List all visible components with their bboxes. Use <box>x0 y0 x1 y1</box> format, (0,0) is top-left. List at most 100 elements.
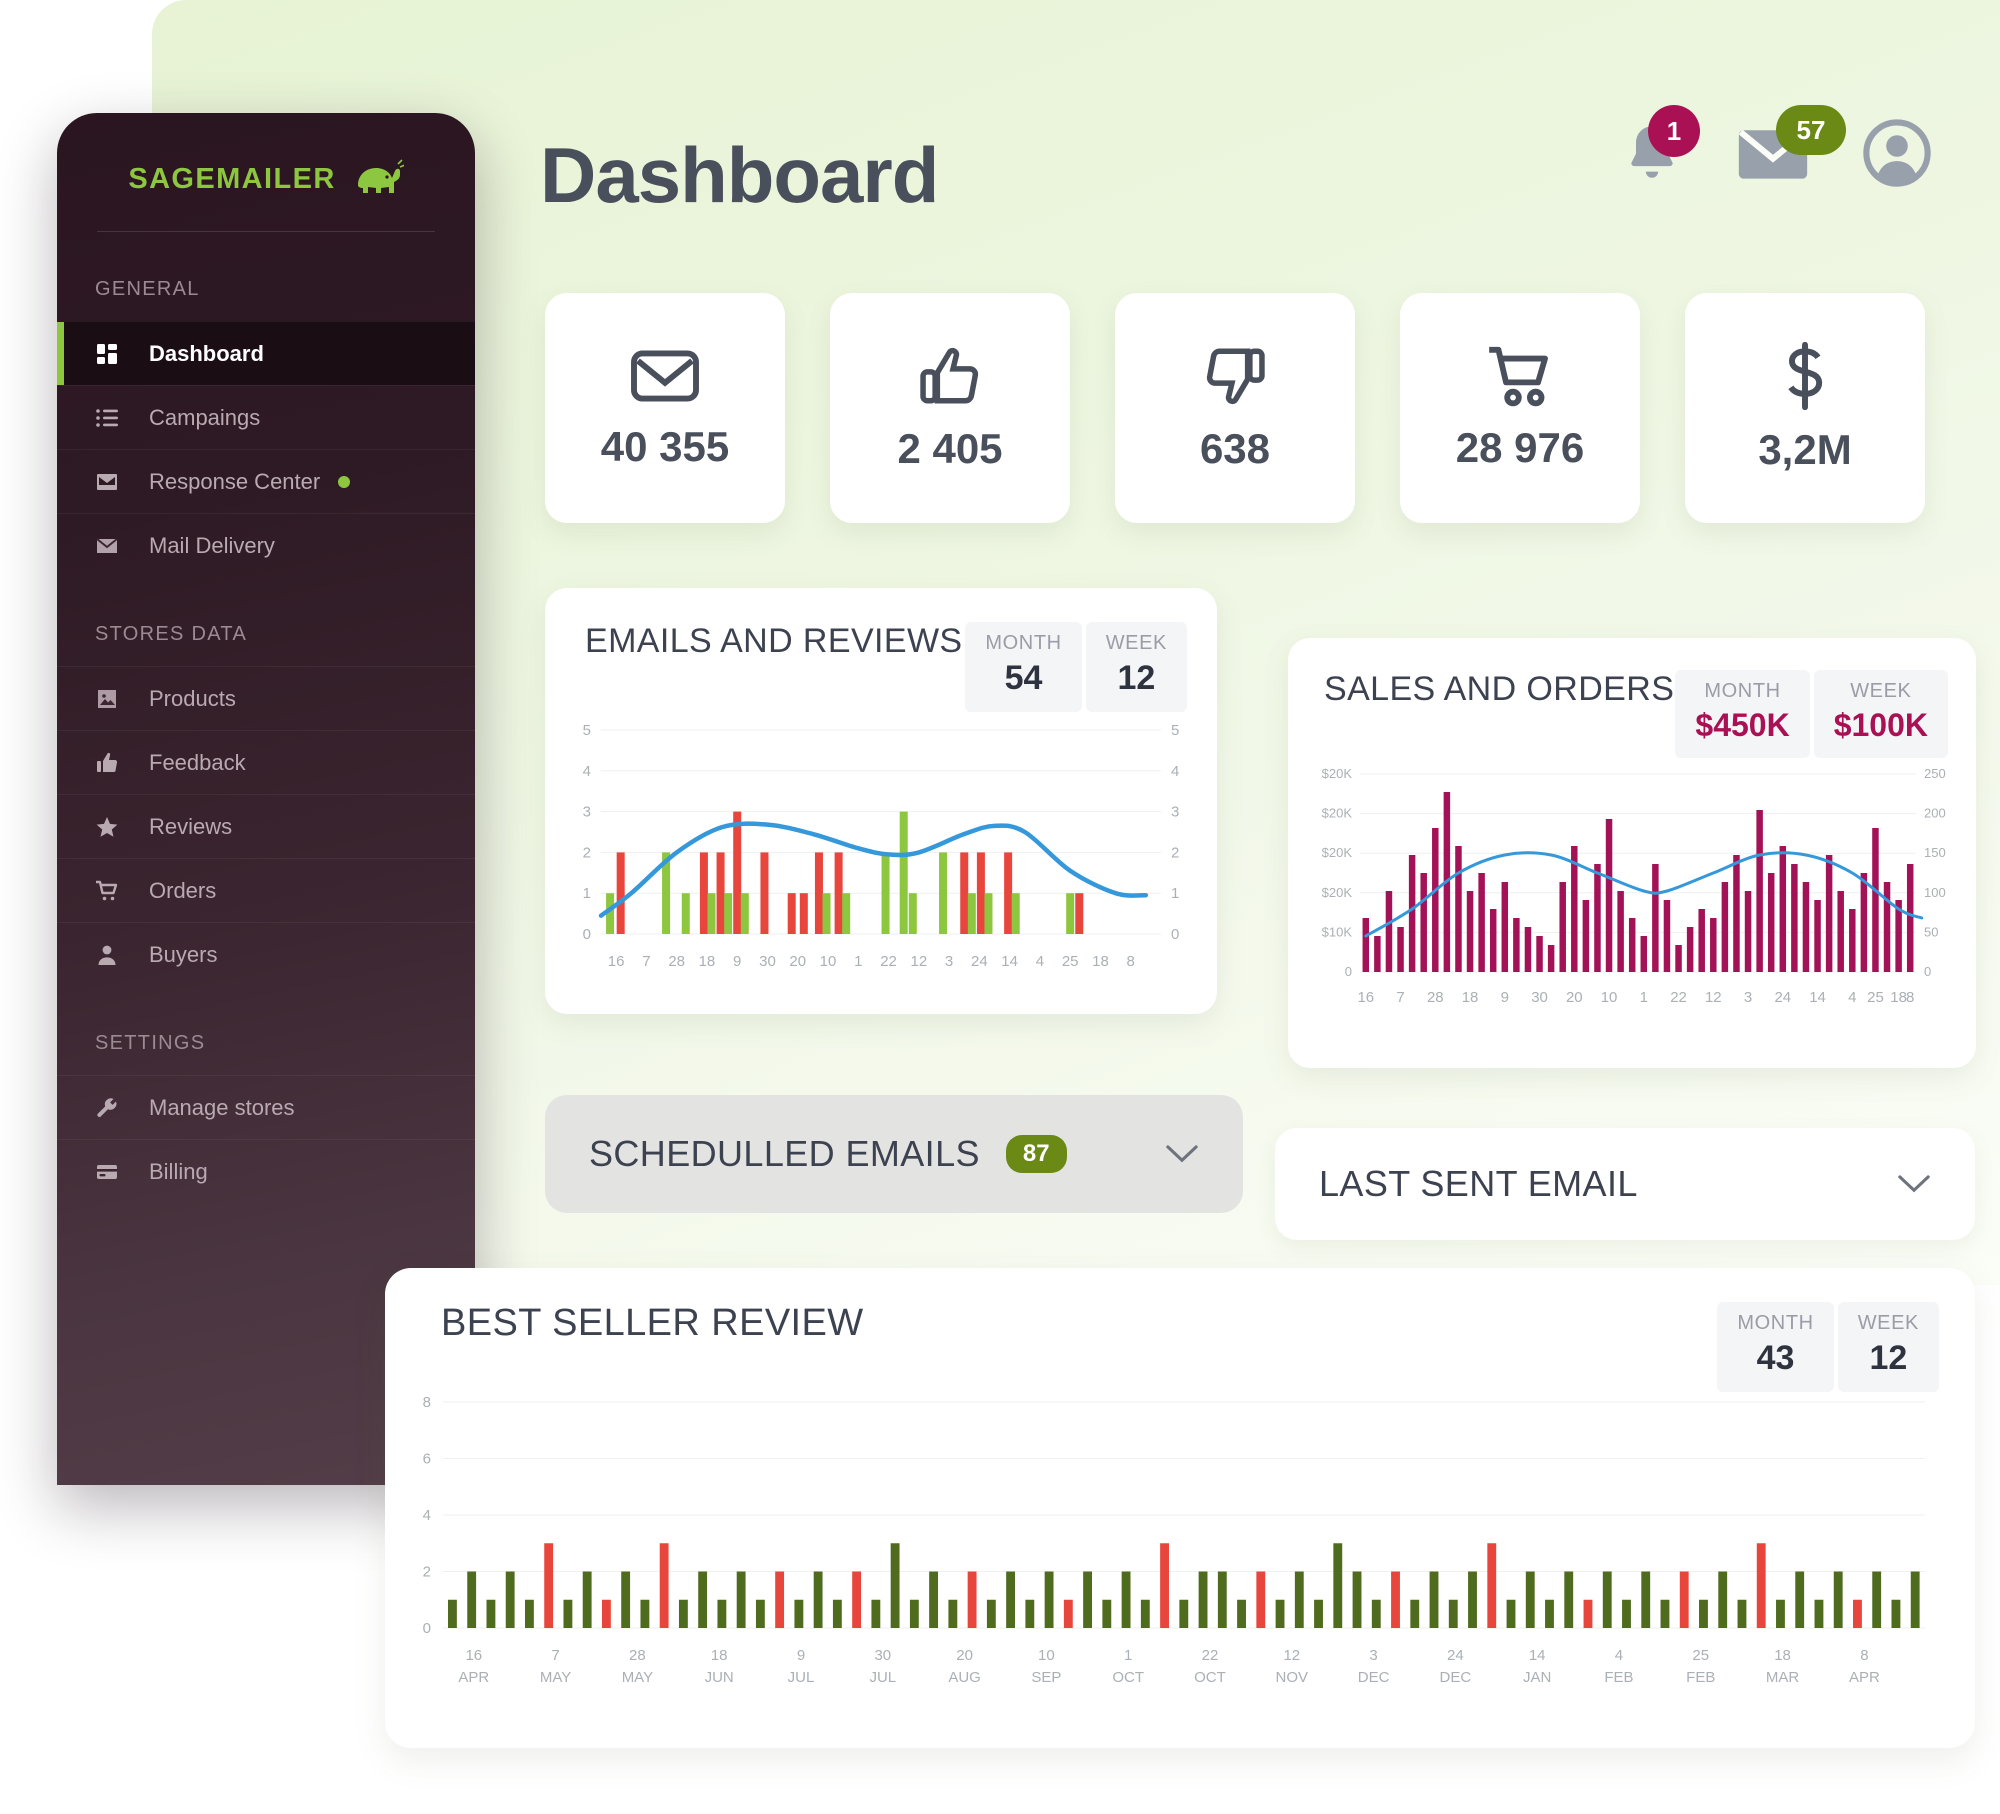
brand-logo[interactable]: SAGEMAILER <box>57 113 475 203</box>
svg-text:3: 3 <box>1744 989 1752 1006</box>
sidebar-item-buyers[interactable]: Buyers <box>57 922 475 986</box>
svg-text:28: 28 <box>629 1647 646 1664</box>
svg-text:$20K: $20K <box>1322 766 1353 781</box>
emails-stats: MONTH 54 WEEK 12 <box>965 622 1187 712</box>
svg-text:24: 24 <box>1774 989 1791 1006</box>
stat-label: WEEK <box>1105 632 1167 654</box>
last-sent-email-accordion[interactable]: LAST SENT EMAIL <box>1275 1128 1975 1240</box>
svg-text:3: 3 <box>1369 1647 1377 1664</box>
chevron-down-icon[interactable] <box>1165 1143 1199 1165</box>
svg-text:$10K: $10K <box>1322 924 1353 939</box>
sidebar-item-label: Buyers <box>149 941 218 967</box>
svg-text:10: 10 <box>1601 989 1618 1006</box>
svg-text:4: 4 <box>1848 989 1856 1006</box>
kpi-card-revenue[interactable]: 3,2M <box>1685 293 1925 523</box>
svg-text:APR: APR <box>1849 1669 1880 1686</box>
svg-text:1: 1 <box>854 953 862 970</box>
emails-and-reviews-chart: 0 01 12 23 34 45 516 7 28 18 9 30 20 10 1 22 12 3 24 14 4 25 1… <box>583 722 1180 970</box>
sidebar-item-billing[interactable]: Billing <box>57 1139 475 1203</box>
svg-text:10: 10 <box>1038 1647 1055 1664</box>
credit-card-icon <box>95 1160 129 1184</box>
sidebar-item-label: Feedback <box>149 749 246 775</box>
sidebar-item-feedback[interactable]: Feedback <box>57 730 475 794</box>
svg-text:2: 2 <box>583 844 591 861</box>
svg-text:9: 9 <box>733 953 741 970</box>
sidebar-item-dashboard[interactable]: Dashboard <box>57 321 475 385</box>
notifications-badge: 1 <box>1648 105 1700 157</box>
svg-text:150: 150 <box>1924 845 1946 860</box>
stat-month: MONTH 43 <box>1717 1302 1834 1392</box>
stat-week: WEEK 12 <box>1085 622 1187 712</box>
svg-text:7: 7 <box>642 953 650 970</box>
svg-text:5: 5 <box>583 722 591 739</box>
kpi-card-negative-feedback[interactable]: 638 <box>1115 293 1355 523</box>
sidebar-item-manage-stores[interactable]: Manage stores <box>57 1075 475 1139</box>
svg-text:18: 18 <box>1092 953 1109 970</box>
svg-text:3: 3 <box>945 953 953 970</box>
svg-text:28: 28 <box>1427 989 1444 1006</box>
sidebar-item-label: Mail Delivery <box>149 532 275 558</box>
svg-text:22: 22 <box>1202 1647 1219 1664</box>
svg-text:0: 0 <box>1345 964 1352 979</box>
svg-text:FEB: FEB <box>1686 1669 1715 1686</box>
svg-text:18: 18 <box>711 1647 728 1664</box>
kpi-card-positive-feedback[interactable]: 2 405 <box>830 293 1070 523</box>
accordion-title: LAST SENT EMAIL <box>1319 1163 1638 1204</box>
best-seller-review-card: BEST SELLER REVIEW MONTH 43 WEEK 12 0246… <box>385 1268 1975 1748</box>
wrench-icon <box>95 1096 129 1120</box>
svg-text:22: 22 <box>1670 989 1687 1006</box>
svg-text:8: 8 <box>423 1394 431 1411</box>
svg-text:MAY: MAY <box>622 1669 653 1686</box>
header-actions: 1 57 <box>1620 105 1932 188</box>
sidebar-item-orders[interactable]: Orders <box>57 858 475 922</box>
svg-text:0: 0 <box>1171 926 1179 943</box>
svg-text:25: 25 <box>1867 989 1884 1006</box>
svg-text:8: 8 <box>1860 1647 1868 1664</box>
stat-month: MONTH $450K <box>1675 670 1810 758</box>
svg-text:DEC: DEC <box>1358 1669 1390 1686</box>
svg-text:MAY: MAY <box>540 1669 571 1686</box>
svg-text:9: 9 <box>797 1647 805 1664</box>
best-seller-review-chart: 0246816APR7MAY28MAY18JUN9JUL30JUL20AUG10… <box>423 1394 1925 1686</box>
messages-button[interactable]: 57 <box>1736 105 1846 185</box>
stat-label: MONTH <box>985 632 1062 654</box>
envelope-icon <box>95 534 129 558</box>
stat-value: $450K <box>1695 707 1790 743</box>
svg-text:7: 7 <box>1396 989 1404 1006</box>
svg-text:SEP: SEP <box>1031 1669 1061 1686</box>
svg-text:14: 14 <box>1529 1647 1546 1664</box>
svg-text:12: 12 <box>1283 1647 1300 1664</box>
svg-text:$20K: $20K <box>1322 845 1353 860</box>
sidebar-item-campaings[interactable]: Campaings <box>57 385 475 449</box>
svg-text:250: 250 <box>1924 766 1946 781</box>
chevron-down-icon[interactable] <box>1897 1173 1931 1195</box>
svg-text:24: 24 <box>971 953 988 970</box>
stat-week: WEEK 12 <box>1837 1302 1939 1392</box>
dashboard-screenshot: SAGEMAILER GENERAL Dashboard Campaings R… <box>0 0 2000 1814</box>
kpi-value: 638 <box>1199 425 1271 472</box>
svg-text:10: 10 <box>820 953 837 970</box>
notifications-button[interactable]: 1 <box>1620 105 1700 185</box>
user-avatar-button[interactable] <box>1862 118 1932 188</box>
svg-text:50: 50 <box>1924 924 1938 939</box>
best-seller-stats: MONTH 43 WEEK 12 <box>1717 1302 1939 1392</box>
sidebar-item-response-center[interactable]: Response Center <box>57 449 475 513</box>
sidebar-section-settings: SETTINGS <box>95 1032 206 1054</box>
kpi-value: 2 405 <box>897 425 1003 472</box>
svg-text:18: 18 <box>1774 1647 1791 1664</box>
kpi-value: 40 355 <box>600 423 730 470</box>
thumbs-up-icon <box>95 751 129 775</box>
stat-value: $100K <box>1833 707 1928 743</box>
kpi-card-orders[interactable]: 28 976 <box>1400 293 1640 523</box>
image-icon <box>95 687 129 711</box>
sidebar-item-mail-delivery[interactable]: Mail Delivery <box>57 513 475 577</box>
sidebar-item-label: Reviews <box>149 813 233 839</box>
stat-label: MONTH <box>1704 680 1781 702</box>
kpi-card-emails[interactable]: 40 355 <box>545 293 785 523</box>
sidebar-item-reviews[interactable]: Reviews <box>57 794 475 858</box>
sales-and-orders-card: SALES AND ORDERS MONTH $450K WEEK $100K … <box>1288 638 1976 1068</box>
sidebar-item-products[interactable]: Products <box>57 666 475 730</box>
svg-text:$20K: $20K <box>1322 806 1353 821</box>
sales-and-orders-chart: 0 0 $10K 50 $20K 100 $20K 150 $20K 200 $20K 250 16 7 2… <box>1322 766 1946 1006</box>
scheduled-emails-accordion[interactable]: SCHEDULLED EMAILS 87 <box>545 1095 1243 1213</box>
